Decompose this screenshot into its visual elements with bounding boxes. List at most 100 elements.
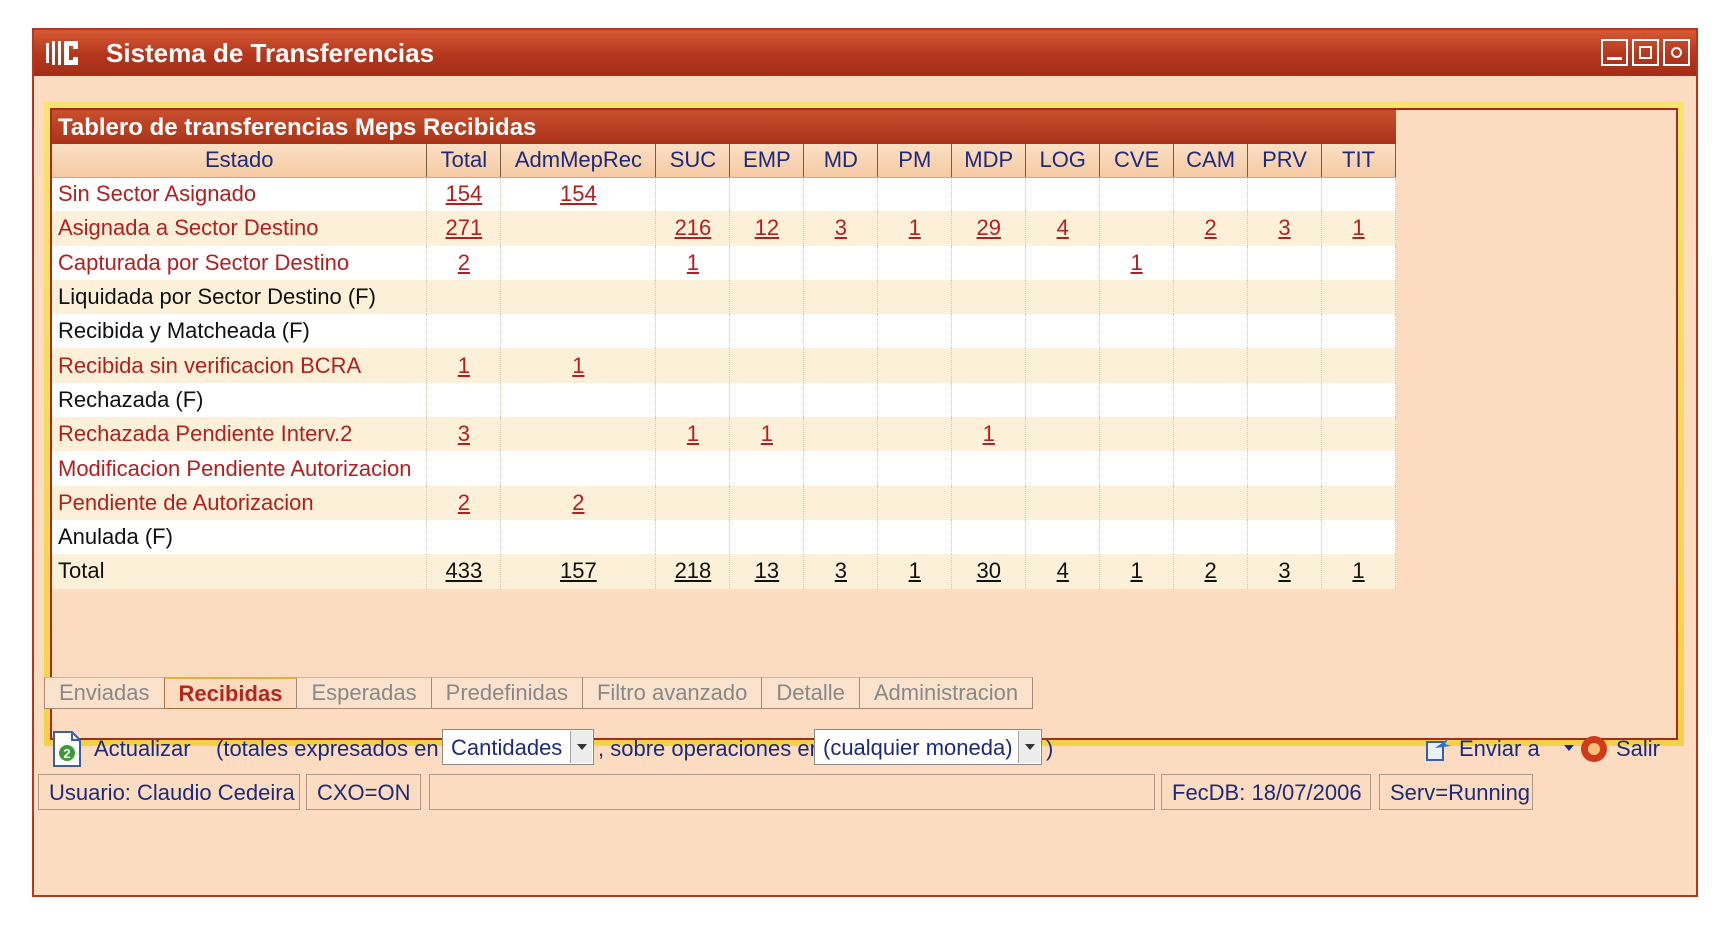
table-cell (803, 382, 879, 418)
table-cell (951, 485, 1027, 520)
svg-text:2: 2 (63, 746, 70, 761)
column-header-md[interactable]: MD (803, 144, 879, 178)
table-row: Sin Sector Asignado 154 154 (52, 177, 1396, 212)
count-link[interactable]: 3 (835, 558, 847, 583)
count-link[interactable]: 271 (446, 215, 483, 240)
count-link[interactable]: 433 (446, 558, 483, 583)
count-link[interactable]: 1 (572, 353, 584, 378)
table-cell (1321, 519, 1396, 555)
currency-select[interactable]: (cualquier moneda) (814, 729, 1042, 765)
row-label[interactable]: Pendiente de Autorizacion (52, 485, 428, 520)
column-header-cam[interactable]: CAM (1173, 144, 1249, 178)
column-header-suc[interactable]: SUC (655, 144, 731, 178)
row-label[interactable]: Capturada por Sector Destino (52, 245, 428, 280)
count-link[interactable]: 29 (977, 215, 1001, 240)
table-cell (500, 211, 657, 246)
tab-predefinidas[interactable]: Predefinidas (430, 677, 583, 709)
table-cell: 1 (877, 554, 953, 589)
count-link[interactable]: 4 (1057, 215, 1069, 240)
table-cell (655, 485, 731, 520)
count-link[interactable]: 4 (1057, 558, 1069, 583)
count-link[interactable]: 2 (1204, 558, 1216, 583)
count-link[interactable]: 216 (675, 215, 712, 240)
table-cell (951, 177, 1027, 212)
count-link[interactable]: 13 (755, 558, 779, 583)
count-link[interactable]: 2 (1204, 215, 1216, 240)
count-link[interactable]: 1 (1131, 250, 1143, 275)
tab-detalle[interactable]: Detalle (761, 677, 860, 709)
count-link[interactable]: 154 (446, 181, 483, 206)
table-row: Capturada por Sector Destino 2 1 1 (52, 245, 1396, 280)
units-select[interactable]: Cantidades (442, 729, 594, 765)
table-cell: 2 (426, 245, 502, 280)
column-header-prv[interactable]: PRV (1247, 144, 1323, 178)
row-label[interactable]: Modificacion Pendiente Autorizacion (52, 451, 428, 486)
count-link[interactable]: 1 (1352, 558, 1364, 583)
refresh-icon[interactable]: 2 (52, 730, 82, 768)
table-cell (803, 177, 879, 212)
chevron-down-icon[interactable] (1018, 731, 1040, 763)
count-link[interactable]: 2 (572, 490, 584, 515)
table-row: Pendiente de Autorizacion 2 2 (52, 485, 1396, 520)
column-header-admmeprec[interactable]: AdmMepRec (500, 144, 657, 178)
send-icon[interactable] (1423, 734, 1453, 764)
column-header-emp[interactable]: EMP (729, 144, 805, 178)
maximize-button[interactable] (1632, 39, 1659, 66)
count-link[interactable]: 1 (687, 421, 699, 446)
count-link[interactable]: 30 (977, 558, 1001, 583)
exit-button[interactable]: Salir (1616, 736, 1660, 762)
table-cell: 12 (729, 211, 805, 246)
tab-enviadas[interactable]: Enviadas (44, 677, 165, 709)
count-link[interactable]: 218 (675, 558, 712, 583)
tab-filtro-avanzado[interactable]: Filtro avanzado (581, 677, 763, 709)
count-link[interactable]: 1 (1131, 558, 1143, 583)
column-header-cve[interactable]: CVE (1099, 144, 1175, 178)
count-link[interactable]: 157 (560, 558, 597, 583)
count-link[interactable]: 2 (458, 490, 470, 515)
table-cell (426, 519, 502, 555)
column-header-estado[interactable]: Estado (52, 144, 428, 178)
count-link[interactable]: 1 (687, 250, 699, 275)
tab-recibidas[interactable]: Recibidas (163, 677, 298, 709)
table-cell: 154 (426, 177, 502, 212)
count-link[interactable]: 3 (835, 215, 847, 240)
column-header-mdp[interactable]: MDP (951, 144, 1027, 178)
table-cell (1173, 279, 1249, 315)
tab-esperadas[interactable]: Esperadas (296, 677, 432, 709)
table-cell (729, 485, 805, 520)
row-label[interactable]: Recibida sin verificacion BCRA (52, 348, 428, 383)
chevron-down-icon[interactable] (570, 731, 592, 763)
table-cell (803, 485, 879, 520)
caret-down-icon[interactable] (1564, 745, 1574, 751)
count-link[interactable]: 154 (560, 181, 597, 206)
table-cell: 3 (1247, 211, 1323, 246)
row-label[interactable]: Sin Sector Asignado (52, 177, 428, 212)
count-link[interactable]: 1 (1352, 215, 1364, 240)
count-link[interactable]: 1 (909, 215, 921, 240)
count-link[interactable]: 1 (761, 421, 773, 446)
count-link[interactable]: 1 (458, 353, 470, 378)
column-header-pm[interactable]: PM (877, 144, 953, 178)
table-cell (877, 417, 953, 452)
count-link[interactable]: 1 (983, 421, 995, 446)
count-link[interactable]: 3 (1278, 558, 1290, 583)
count-link[interactable]: 3 (458, 421, 470, 446)
title-bar[interactable]: Sistema de Transferencias (34, 30, 1696, 76)
tab-administracion[interactable]: Administracion (858, 677, 1034, 709)
table-cell (655, 279, 731, 315)
close-button[interactable] (1663, 39, 1690, 66)
row-label[interactable]: Rechazada Pendiente Interv.2 (52, 417, 428, 452)
column-header-total[interactable]: Total (426, 144, 502, 178)
count-link[interactable]: 1 (909, 558, 921, 583)
count-link[interactable]: 3 (1278, 215, 1290, 240)
refresh-button[interactable]: Actualizar (94, 736, 191, 762)
send-to-button[interactable]: Enviar a (1459, 736, 1540, 762)
count-link[interactable]: 12 (755, 215, 779, 240)
exit-icon[interactable] (1579, 734, 1609, 764)
row-label[interactable]: Asignada a Sector Destino (52, 211, 428, 246)
column-header-log[interactable]: LOG (1025, 144, 1101, 178)
table-cell (1025, 451, 1101, 486)
minimize-button[interactable] (1601, 39, 1628, 66)
count-link[interactable]: 2 (458, 250, 470, 275)
column-header-tit[interactable]: TIT (1321, 144, 1396, 178)
